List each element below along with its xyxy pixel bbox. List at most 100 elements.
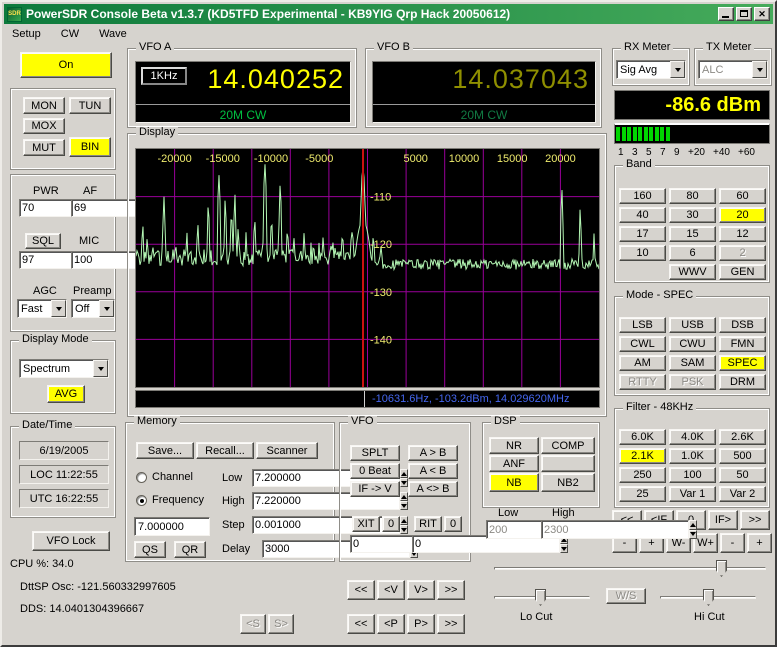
filter-button[interactable]: 50 xyxy=(719,467,766,483)
mode-button[interactable]: AM xyxy=(619,355,666,371)
xit-spinner[interactable] xyxy=(350,535,506,553)
band-button[interactable]: 17 xyxy=(619,226,666,242)
mode-button[interactable]: LSB xyxy=(619,317,666,333)
pan-down-button[interactable]: <P xyxy=(377,614,405,634)
chevron-down-icon[interactable] xyxy=(670,61,685,78)
rx-meter-dropdown[interactable]: Sig Avg xyxy=(616,60,686,79)
mon-button[interactable]: MON xyxy=(23,97,65,114)
avg-button[interactable]: AVG xyxy=(47,385,85,403)
mic-spinner[interactable] xyxy=(71,251,227,269)
scan-delay-spinner[interactable] xyxy=(262,540,418,558)
filter-button[interactable]: 100 xyxy=(669,467,716,483)
slider-thumb[interactable] xyxy=(703,589,714,606)
if-shift-button[interactable]: >> xyxy=(740,510,770,530)
af-spinner[interactable] xyxy=(71,199,227,217)
band-button[interactable]: 30 xyxy=(669,207,716,223)
qr-button[interactable]: QR xyxy=(174,541,206,558)
minimize-button[interactable] xyxy=(718,7,734,21)
menu-setup[interactable]: Setup xyxy=(12,28,41,40)
band-button[interactable]: 40 xyxy=(619,207,666,223)
pan-down-fast-button[interactable]: << xyxy=(347,614,375,634)
filter-button[interactable]: 25 xyxy=(619,486,666,502)
mode-button[interactable]: FMN xyxy=(719,336,766,352)
filter-button-active[interactable]: 2.1K xyxy=(619,448,666,464)
mode-button[interactable]: CWL xyxy=(619,336,666,352)
pan-up-button[interactable]: P> xyxy=(407,614,435,634)
slider-thumb[interactable] xyxy=(535,589,546,606)
comp-button[interactable]: COMP xyxy=(541,437,595,454)
filter-button[interactable]: Var 2 xyxy=(719,486,766,502)
close-button[interactable]: ✕ xyxy=(754,7,770,21)
pwr-spinner[interactable] xyxy=(19,199,175,217)
filter-button[interactable]: 2.6K xyxy=(719,429,766,445)
swap-a-b-button[interactable]: A <> B xyxy=(408,481,458,497)
filter-button[interactable]: 6.0K xyxy=(619,429,666,445)
qs-button[interactable]: QS xyxy=(134,541,166,558)
mox-button[interactable]: MOX xyxy=(23,118,65,134)
mut-button[interactable]: MUT xyxy=(23,139,65,156)
mode-button[interactable]: DRM xyxy=(719,374,766,390)
filter-width-button[interactable]: - xyxy=(720,533,745,553)
mode-button[interactable]: USB xyxy=(669,317,716,333)
filter-button[interactable]: 1.0K xyxy=(669,448,716,464)
band-button[interactable]: 6 xyxy=(669,245,716,261)
xit-button[interactable]: XIT xyxy=(352,516,380,532)
agc-dropdown[interactable]: Fast xyxy=(17,299,67,318)
vfo-step-up-fast-button[interactable]: >> xyxy=(437,580,465,600)
scan-low-spinner[interactable] xyxy=(252,469,408,487)
hi-cut-slider[interactable] xyxy=(660,589,756,606)
band-button[interactable]: 10 xyxy=(619,245,666,261)
chevron-down-icon[interactable] xyxy=(51,300,66,317)
power-on-button[interactable]: On xyxy=(20,52,112,78)
radio-icon[interactable] xyxy=(136,494,147,506)
mode-button[interactable]: SAM xyxy=(669,355,716,371)
mode-button-active[interactable]: SPEC xyxy=(719,355,766,371)
memory-scanner-button[interactable]: Scanner xyxy=(256,442,318,459)
nr-button[interactable]: NR xyxy=(489,437,539,454)
chevron-down-icon[interactable] xyxy=(93,360,108,377)
rit-button[interactable]: RIT xyxy=(414,516,442,532)
filter-button[interactable]: 4.0K xyxy=(669,429,716,445)
vfo-a-display[interactable]: 1KHz 14.040252 20M CW xyxy=(135,61,351,123)
band-button[interactable]: 12 xyxy=(719,226,766,242)
memory-save-button[interactable]: Save... xyxy=(136,442,194,459)
split-button[interactable]: SPLT xyxy=(350,445,400,461)
filter-shift-slider[interactable] xyxy=(494,560,766,577)
menu-wave[interactable]: Wave xyxy=(99,28,127,40)
memory-recall-button[interactable]: Recall... xyxy=(196,442,254,459)
band-button[interactable]: 15 xyxy=(669,226,716,242)
display-mode-dropdown[interactable]: Spectrum xyxy=(19,359,109,378)
band-button[interactable]: 80 xyxy=(669,188,716,204)
xit-zero-button[interactable]: 0 xyxy=(382,516,400,532)
band-button[interactable]: 60 xyxy=(719,188,766,204)
filter-button[interactable]: 250 xyxy=(619,467,666,483)
lo-cut-slider[interactable] xyxy=(494,589,590,606)
rit-spinner[interactable] xyxy=(412,535,568,553)
band-button[interactable]: WWV xyxy=(669,264,716,280)
pan-up-fast-button[interactable]: >> xyxy=(437,614,465,634)
a-to-b-button[interactable]: A > B xyxy=(408,445,458,461)
zero-beat-button[interactable]: 0 Beat xyxy=(350,463,400,479)
anf-button[interactable]: ANF xyxy=(489,455,539,472)
menu-cw[interactable]: CW xyxy=(61,28,79,40)
sql-button[interactable]: SQL xyxy=(25,233,61,249)
band-button-active[interactable]: 20 xyxy=(719,207,766,223)
memory-frequency-radio[interactable]: Frequency xyxy=(136,494,204,506)
band-button[interactable]: 160 xyxy=(619,188,666,204)
mode-button[interactable]: CWU xyxy=(669,336,716,352)
sql-spinner[interactable] xyxy=(19,251,175,269)
spectrum-display[interactable]: -20000 -15000 -10000 -5000 5000 10000 15000 200… xyxy=(135,148,600,388)
mode-button[interactable]: DSB xyxy=(719,317,766,333)
radio-icon[interactable] xyxy=(136,471,147,483)
scan-high-spinner[interactable] xyxy=(252,492,408,510)
title-bar[interactable]: SDR PowerSDR Console Beta v1.3.7 (KD5TFD… xyxy=(4,4,773,24)
slider-thumb[interactable] xyxy=(716,560,727,577)
down-icon[interactable] xyxy=(560,544,568,553)
scan-step-spinner[interactable] xyxy=(252,516,408,534)
maximize-button[interactable] xyxy=(736,7,752,21)
tun-button[interactable]: TUN xyxy=(69,97,111,114)
filter-button[interactable]: Var 1 xyxy=(669,486,716,502)
b-to-a-button[interactable]: A < B xyxy=(408,463,458,479)
chevron-down-icon[interactable] xyxy=(99,300,114,317)
vfo-step-down-fast-button[interactable]: << xyxy=(347,580,375,600)
